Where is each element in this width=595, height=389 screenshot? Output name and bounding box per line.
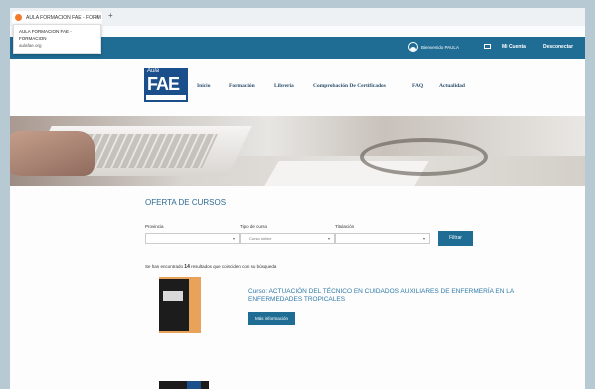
logout-link[interactable]: Desconectar	[543, 44, 573, 50]
tooltip-title-1: AULA FORMACION FAE -	[19, 29, 72, 34]
tooltip-url: aulafae.org	[19, 43, 42, 48]
logo-brand-text: FAE	[147, 74, 180, 94]
aula-fae-logo[interactable]: Aula FAE	[144, 68, 188, 102]
tab-close-icon[interactable]: ×	[95, 11, 99, 25]
tab-tooltip: AULA FORMACION FAE - FORMACION aulafae.o…	[13, 24, 101, 54]
course-cover-image[interactable]	[159, 277, 201, 333]
page-title: OFERTA DE CURSOS	[145, 198, 227, 207]
filter-button[interactable]: Filtrar	[438, 231, 473, 246]
provincia-label: Provincia	[145, 224, 164, 229]
site-favicon-icon	[15, 14, 22, 21]
user-avatar-icon	[408, 42, 418, 52]
page-content	[10, 59, 585, 389]
greeting-text: Bienvenido PAULA	[421, 44, 459, 50]
titulacion-label: Titulación	[335, 224, 355, 229]
chevron-down-icon: ▾	[327, 236, 330, 241]
browser-tab[interactable]: AULA FORMACION FAE - FORM ×	[12, 11, 102, 25]
results-suffix: resultados que coinciden con su búsqueda	[191, 264, 277, 269]
hand-image	[10, 131, 95, 176]
nav-actualidad[interactable]: Actualidad	[439, 83, 465, 89]
more-info-button[interactable]: Más información	[248, 312, 295, 325]
titulacion-select[interactable]: ▾	[335, 233, 430, 244]
user-greeting[interactable]: Bienvenido PAULA	[408, 42, 459, 52]
new-tab-button[interactable]: +	[108, 11, 113, 20]
nav-certificados[interactable]: Comprobación De Certificados	[313, 83, 386, 89]
my-account-link[interactable]: Mi Cuenta	[502, 44, 526, 50]
logo-subtitle-bar	[146, 95, 186, 100]
tipo-curso-label: Tipo de curso	[240, 224, 268, 229]
nav-faq[interactable]: FAQ	[412, 83, 423, 89]
mail-icon[interactable]	[484, 44, 491, 49]
results-prefix: Se han encontrado	[145, 264, 184, 269]
nav-libreria[interactable]: Libreria	[274, 83, 294, 89]
chevron-down-icon: ▾	[422, 236, 425, 241]
results-count: 14	[184, 264, 190, 270]
tipo-curso-select[interactable]: Curso online ▾	[240, 233, 335, 244]
chevron-down-icon: ▾	[232, 236, 235, 241]
nav-formacion[interactable]: Formación	[229, 83, 255, 89]
provincia-select[interactable]: ▾	[145, 233, 240, 244]
tipo-curso-value: Curso online	[249, 236, 272, 241]
hero-banner-image	[10, 116, 585, 186]
results-summary: Se han encontrado 14 resultados que coin…	[145, 264, 276, 270]
course-title[interactable]: Curso: ACTUACIÓN DEL TÉCNICO EN CUIDADOS…	[248, 288, 528, 304]
tab-title: AULA FORMACION FAE - FORM	[26, 15, 101, 21]
tooltip-title-2: FORMACION	[19, 36, 47, 41]
next-course-cover-image[interactable]	[159, 381, 209, 389]
nav-inicio[interactable]: Inicio	[197, 83, 210, 89]
